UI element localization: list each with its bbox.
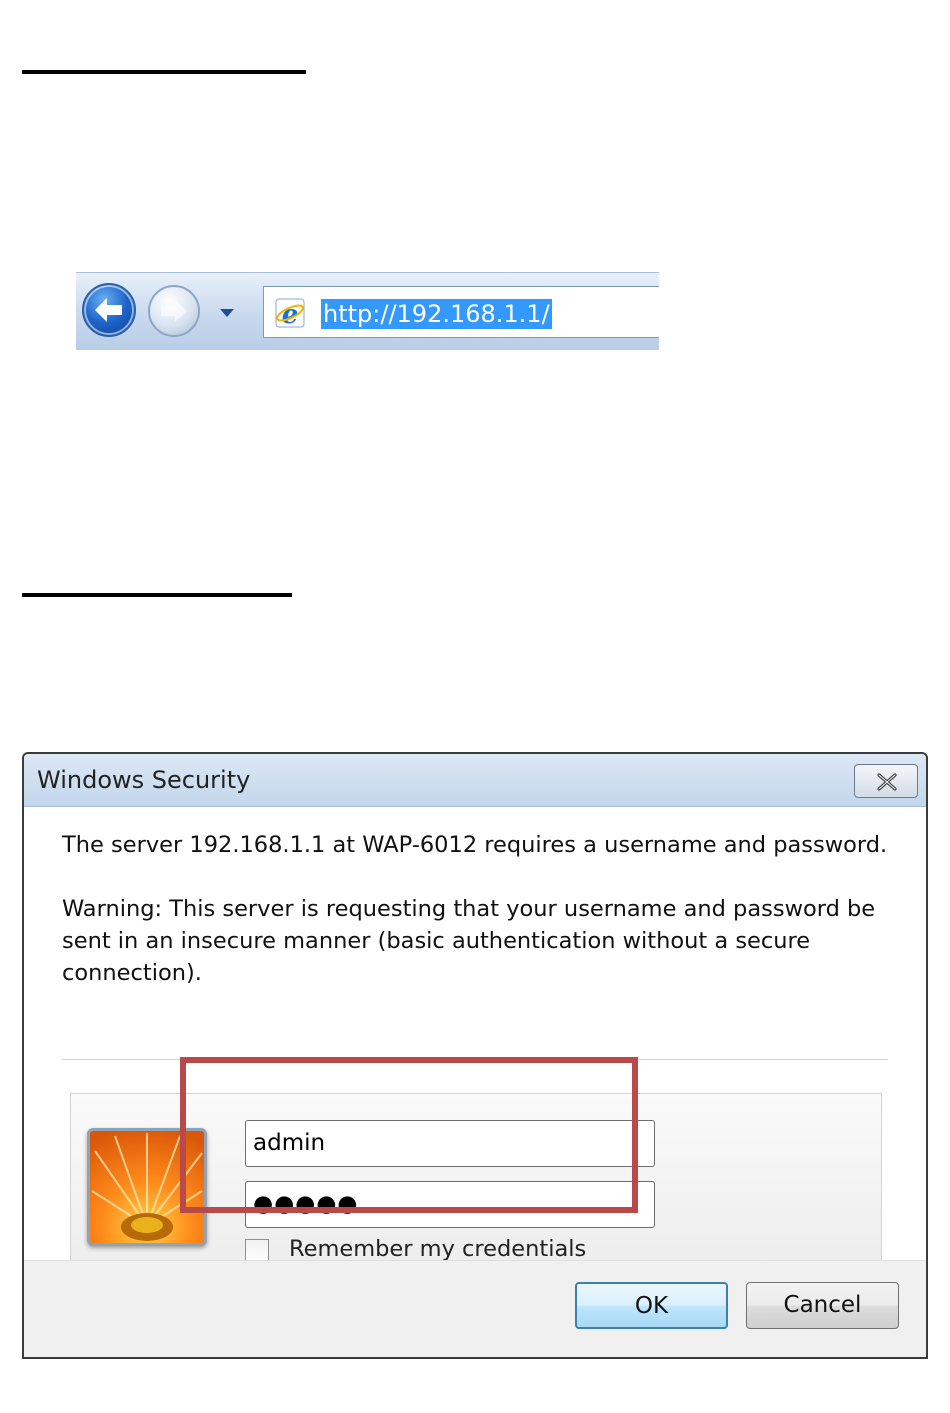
warning-message: Warning: This server is requesting that …	[62, 896, 876, 986]
internet-explorer-icon: e	[275, 298, 305, 329]
browser-address-bar: e http://192.168.1.1/	[76, 272, 659, 350]
cancel-button[interactable]: Cancel	[746, 1282, 899, 1329]
forward-button[interactable]	[148, 285, 200, 337]
ok-button[interactable]: OK	[575, 1282, 728, 1329]
close-icon	[877, 773, 897, 791]
back-button[interactable]	[82, 283, 136, 337]
server-message: The server 192.168.1.1 at WAP-6012 requi…	[62, 832, 888, 858]
history-dropdown-icon[interactable]	[218, 306, 236, 320]
section-rule-middle	[22, 593, 292, 597]
dialog-content: The server 192.168.1.1 at WAP-6012 requi…	[24, 807, 926, 1279]
close-button[interactable]	[854, 764, 918, 798]
dialog-footer: OK Cancel	[24, 1260, 926, 1357]
dialog-title: Windows Security	[37, 766, 251, 794]
url-field[interactable]: e http://192.168.1.1/	[263, 286, 659, 338]
section-rule-top	[22, 70, 306, 74]
windows-security-dialog: Windows Security The server 192.168.1.1 …	[22, 752, 928, 1359]
credentials-highlight-box	[180, 1057, 638, 1213]
forward-arrow-icon	[161, 300, 187, 322]
dialog-titlebar: Windows Security	[24, 754, 926, 807]
back-arrow-icon	[95, 298, 122, 322]
url-text: http://192.168.1.1/	[321, 299, 552, 329]
remember-credentials-label: Remember my credentials	[289, 1236, 587, 1262]
